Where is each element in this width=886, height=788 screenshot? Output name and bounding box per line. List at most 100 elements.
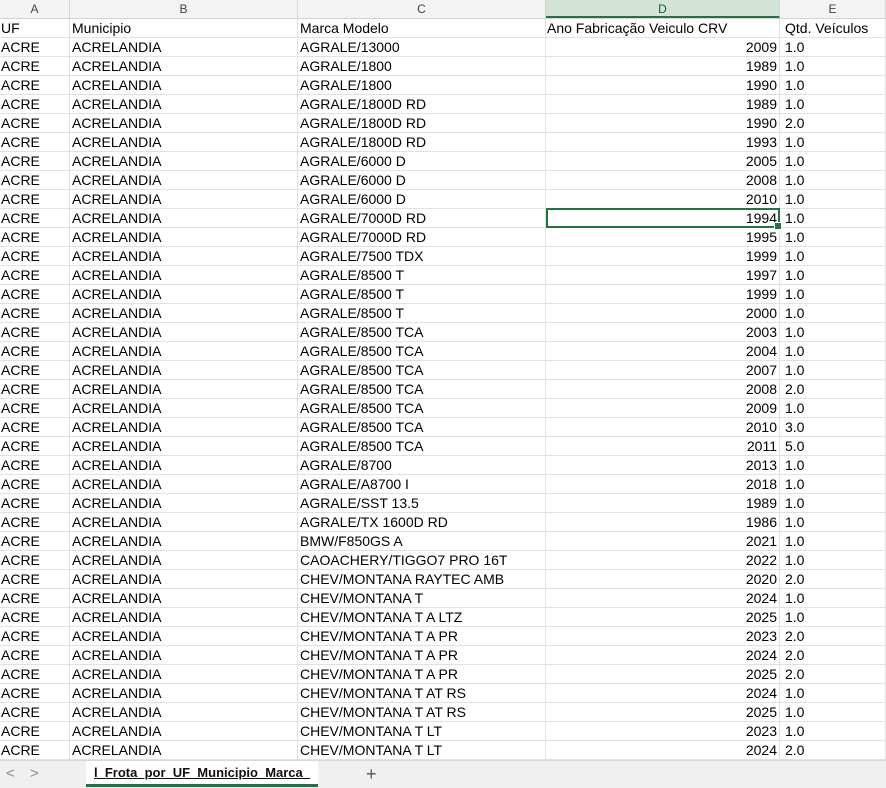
cell-marca-modelo[interactable]: CHEV/MONTANA T LT	[298, 722, 546, 741]
cell-uf[interactable]: ACRE	[0, 589, 70, 608]
cell-municipio[interactable]: ACRELANDIA	[70, 342, 298, 361]
cell-ano[interactable]: 2008	[546, 171, 780, 190]
cell-uf[interactable]: ACRE	[0, 475, 70, 494]
cell-qtd[interactable]: 1.0	[780, 722, 886, 741]
cell-uf[interactable]: ACRE	[0, 152, 70, 171]
cell-qtd[interactable]: 1.0	[780, 551, 886, 570]
cell-ano[interactable]: 2007	[546, 361, 780, 380]
cell-municipio[interactable]: ACRELANDIA	[70, 475, 298, 494]
cell-ano[interactable]: 2009	[546, 399, 780, 418]
cell-uf[interactable]: ACRE	[0, 228, 70, 247]
cell-municipio[interactable]: ACRELANDIA	[70, 513, 298, 532]
cell-qtd[interactable]: 2.0	[780, 665, 886, 684]
cell-header-municipio[interactable]: Municipio	[70, 19, 298, 38]
cell-marca-modelo[interactable]: AGRALE/8500 TCA	[298, 361, 546, 380]
cell-qtd[interactable]: 1.0	[780, 209, 886, 228]
cell-marca-modelo[interactable]: AGRALE/7500 TDX	[298, 247, 546, 266]
cell-qtd[interactable]: 1.0	[780, 228, 886, 247]
cell-marca-modelo[interactable]: AGRALE/8500 TCA	[298, 399, 546, 418]
cell-qtd[interactable]: 2.0	[780, 114, 886, 133]
cell-uf[interactable]: ACRE	[0, 266, 70, 285]
cell-ano[interactable]: 2000	[546, 304, 780, 323]
cell-uf[interactable]: ACRE	[0, 627, 70, 646]
cell-marca-modelo[interactable]: AGRALE/8500 TCA	[298, 437, 546, 456]
cell-municipio[interactable]: ACRELANDIA	[70, 247, 298, 266]
cell-ano[interactable]: 1989	[546, 494, 780, 513]
cell-uf[interactable]: ACRE	[0, 684, 70, 703]
cell-municipio[interactable]: ACRELANDIA	[70, 646, 298, 665]
cell-marca-modelo[interactable]: AGRALE/1800	[298, 76, 546, 95]
cell-header-qtd[interactable]: Qtd. Veículos	[780, 19, 886, 38]
column-header-e[interactable]: E	[780, 0, 886, 18]
cell-uf[interactable]: ACRE	[0, 285, 70, 304]
cell-uf[interactable]: ACRE	[0, 456, 70, 475]
cell-ano[interactable]: 2024	[546, 646, 780, 665]
cell-qtd[interactable]: 1.0	[780, 399, 886, 418]
cell-marca-modelo[interactable]: CHEV/MONTANA T AT RS	[298, 703, 546, 722]
cell-municipio[interactable]: ACRELANDIA	[70, 722, 298, 741]
cell-uf[interactable]: ACRE	[0, 171, 70, 190]
cell-municipio[interactable]: ACRELANDIA	[70, 285, 298, 304]
cell-marca-modelo[interactable]: CHEV/MONTANA T LT	[298, 741, 546, 760]
cell-ano[interactable]: 2022	[546, 551, 780, 570]
cell-header-marca-modelo[interactable]: Marca Modelo	[298, 19, 546, 38]
cell-marca-modelo[interactable]: CHEV/MONTANA T A PR	[298, 627, 546, 646]
cell-ano[interactable]: 2025	[546, 608, 780, 627]
cell-municipio[interactable]: ACRELANDIA	[70, 551, 298, 570]
cell-municipio[interactable]: ACRELANDIA	[70, 494, 298, 513]
cell-marca-modelo[interactable]: AGRALE/8500 TCA	[298, 418, 546, 437]
cell-qtd[interactable]: 1.0	[780, 475, 886, 494]
cell-qtd[interactable]: 1.0	[780, 171, 886, 190]
cell-municipio[interactable]: ACRELANDIA	[70, 418, 298, 437]
cell-qtd[interactable]: 2.0	[780, 646, 886, 665]
cell-municipio[interactable]: ACRELANDIA	[70, 95, 298, 114]
cell-ano[interactable]: 1990	[546, 76, 780, 95]
cell-qtd[interactable]: 1.0	[780, 456, 886, 475]
cell-uf[interactable]: ACRE	[0, 304, 70, 323]
cell-marca-modelo[interactable]: AGRALE/8500 T	[298, 285, 546, 304]
cell-qtd[interactable]: 1.0	[780, 589, 886, 608]
cell-uf[interactable]: ACRE	[0, 95, 70, 114]
cell-qtd[interactable]: 1.0	[780, 76, 886, 95]
cell-qtd[interactable]: 1.0	[780, 304, 886, 323]
cell-municipio[interactable]: ACRELANDIA	[70, 171, 298, 190]
cell-municipio[interactable]: ACRELANDIA	[70, 456, 298, 475]
cell-qtd[interactable]: 1.0	[780, 703, 886, 722]
add-sheet-icon[interactable]: +	[366, 763, 377, 785]
cell-municipio[interactable]: ACRELANDIA	[70, 323, 298, 342]
cell-ano[interactable]: 1989	[546, 57, 780, 76]
cell-uf[interactable]: ACRE	[0, 342, 70, 361]
cell-uf[interactable]: ACRE	[0, 76, 70, 95]
cell-ano[interactable]: 2004	[546, 342, 780, 361]
cell-marca-modelo[interactable]: AGRALE/8700	[298, 456, 546, 475]
cell-marca-modelo[interactable]: CHEV/MONTANA T AT RS	[298, 684, 546, 703]
cell-ano[interactable]: 2010	[546, 418, 780, 437]
cell-marca-modelo[interactable]: AGRALE/1800D RD	[298, 133, 546, 152]
cell-municipio[interactable]: ACRELANDIA	[70, 437, 298, 456]
cell-municipio[interactable]: ACRELANDIA	[70, 57, 298, 76]
cell-marca-modelo[interactable]: AGRALE/TX 1600D RD	[298, 513, 546, 532]
cell-municipio[interactable]: ACRELANDIA	[70, 627, 298, 646]
cell-ano[interactable]: 2023	[546, 627, 780, 646]
cell-ano[interactable]: 2024	[546, 589, 780, 608]
column-header-d[interactable]: D	[546, 0, 780, 18]
cell-qtd[interactable]: 1.0	[780, 95, 886, 114]
cell-marca-modelo[interactable]: AGRALE/SST 13.5	[298, 494, 546, 513]
cell-municipio[interactable]: ACRELANDIA	[70, 399, 298, 418]
cell-marca-modelo[interactable]: BMW/F850GS A	[298, 532, 546, 551]
cell-uf[interactable]: ACRE	[0, 551, 70, 570]
cell-marca-modelo[interactable]: AGRALE/6000 D	[298, 171, 546, 190]
cell-uf[interactable]: ACRE	[0, 190, 70, 209]
cell-municipio[interactable]: ACRELANDIA	[70, 209, 298, 228]
cell-qtd[interactable]: 1.0	[780, 342, 886, 361]
cell-header-uf[interactable]: UF	[0, 19, 70, 38]
cell-ano[interactable]: 1995	[546, 228, 780, 247]
cell-ano[interactable]: 2020	[546, 570, 780, 589]
cell-qtd[interactable]: 2.0	[780, 570, 886, 589]
cell-ano[interactable]: 2018	[546, 475, 780, 494]
column-header-b[interactable]: B	[70, 0, 298, 18]
cell-uf[interactable]: ACRE	[0, 380, 70, 399]
cell-uf[interactable]: ACRE	[0, 209, 70, 228]
cell-qtd[interactable]: 2.0	[780, 627, 886, 646]
cell-ano[interactable]: 2021	[546, 532, 780, 551]
